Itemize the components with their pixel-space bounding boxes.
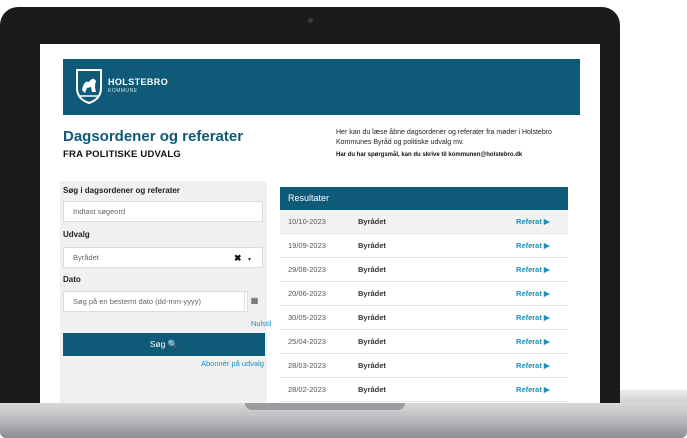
table-row[interactable]: 10/10-2023 Byrådet Referat ▶ [280,210,568,234]
table-row[interactable]: 30/05-2023 Byrådet Referat ▶ [280,306,568,330]
clear-icon[interactable]: ✖ [234,253,242,264]
table-row[interactable]: 19/09-2023 Byrådet Referat ▶ [280,234,568,258]
row-date: 19/09-2023 [288,241,326,250]
coat-of-arms-logo[interactable] [75,68,103,104]
referat-link[interactable]: Referat ▶ [516,258,550,281]
referat-link[interactable]: Referat ▶ [516,330,550,353]
committee-select[interactable]: Byrådet [63,247,263,268]
date-input[interactable]: Søg på en bestemt dato (dd-mm-yyyy) [63,291,248,312]
table-row[interactable]: 20/06-2023 Byrådet Referat ▶ [280,282,568,306]
search-input[interactable]: Indtast søgeord [63,201,263,222]
row-committee: Byrådet [358,241,386,250]
row-date: 28/02-2023 [288,385,326,394]
row-committee: Byrådet [358,265,386,274]
table-row[interactable]: 28/03-2023 Byrådet Referat ▶ [280,354,568,378]
laptop-lid: HOLSTEBRO KOMMUNE Dagsordener og referat… [0,7,620,409]
results-heading: Resultater [280,187,568,210]
row-date: 30/05-2023 [288,313,326,322]
row-committee: Byrådet [358,313,386,322]
referat-link[interactable]: Referat ▶ [516,234,550,257]
subscribe-link[interactable]: Abonnér på udvalg [201,359,264,368]
row-date: 25/04-2023 [288,337,326,346]
referat-link[interactable]: Referat ▶ [516,282,550,305]
row-committee: Byrådet [358,361,386,370]
chevron-down-icon[interactable]: ▾ [248,256,251,263]
page-subtitle: FRA POLITISKE UDVALG [63,149,181,160]
calendar-icon[interactable]: ▦ [244,291,264,312]
laptop-screen: HOLSTEBRO KOMMUNE Dagsordener og referat… [40,44,600,404]
referat-link[interactable]: Referat ▶ [516,354,550,377]
table-row[interactable]: 28/02-2023 Byrådet Referat ▶ [280,378,568,402]
logo-title: HOLSTEBRO [108,77,169,87]
row-committee: Byrådet [358,289,386,298]
committee-label: Udvalg [63,230,90,239]
search-label: Søg i dagsordener og referater [63,186,180,195]
search-button[interactable]: Søg 🔍 [63,333,265,356]
row-date: 10/10-2023 [288,217,326,226]
laptop-hinge-notch [245,403,405,410]
site-header: HOLSTEBRO KOMMUNE [63,59,580,115]
laptop-base [0,403,687,438]
row-committee: Byrådet [358,385,386,394]
referat-link[interactable]: Referat ▶ [516,378,550,401]
table-row[interactable]: 25/04-2023 Byrådet Referat ▶ [280,330,568,354]
row-committee: Byrådet [358,337,386,346]
referat-link[interactable]: Referat ▶ [516,210,550,233]
table-row[interactable]: 29/08-2023 Byrådet Referat ▶ [280,258,568,282]
page-title: Dagsordener og referater [63,128,244,145]
row-date: 28/03-2023 [288,361,326,370]
reset-link[interactable]: Nulstil [251,319,271,328]
row-date: 20/06-2023 [288,289,326,298]
contact-text: Har du har spørgsmål, kan du skrive til … [336,152,523,158]
date-label: Dato [63,275,81,284]
referat-link[interactable]: Referat ▶ [516,306,550,329]
search-panel: Søg i dagsordener og referater Indtast s… [60,181,271,404]
row-committee: Byrådet [358,217,386,226]
intro-text: Her kan du læse åbne dagsordener og refe… [336,129,552,146]
row-date: 29/08-2023 [288,265,326,274]
camera-icon [308,18,313,23]
results-panel: Resultater 10/10-2023 Byrådet Referat ▶ … [280,187,568,402]
logo-subtitle: KOMMUNE [108,88,138,94]
